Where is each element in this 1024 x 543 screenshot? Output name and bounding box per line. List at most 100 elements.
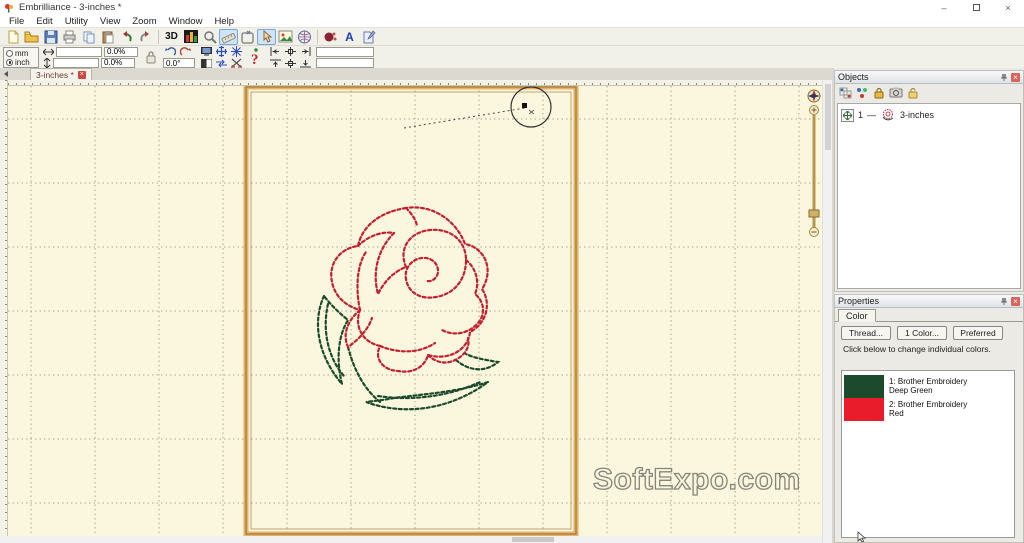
height-percent-input[interactable]: [101, 57, 135, 68]
vertical-scrollbar-thumb[interactable]: [825, 84, 831, 150]
color-swatch-green[interactable]: [844, 375, 884, 398]
trim-button[interactable]: [229, 58, 243, 69]
hoop-icon: [240, 30, 255, 44]
lettering-button[interactable]: A: [340, 29, 359, 45]
align-center-h-button[interactable]: [283, 46, 297, 57]
rotate-left-button[interactable]: [163, 46, 177, 57]
stitch-view-button[interactable]: [181, 29, 200, 45]
design-canvas[interactable]: SoftExpo.com: [8, 86, 822, 536]
library-button[interactable]: [321, 29, 340, 45]
background-image-button[interactable]: [276, 29, 295, 45]
aspect-lock-button[interactable]: [142, 48, 159, 67]
title-bar: Embrilliance - 3-inches * – ×: [0, 0, 1024, 15]
object-thumbnail: [880, 107, 896, 123]
group-icon[interactable]: [839, 87, 852, 99]
one-color-button[interactable]: 1 Color...: [897, 326, 947, 340]
tab-color[interactable]: Color: [838, 309, 876, 322]
object-item-1[interactable]: 1 — 3-inches: [841, 107, 1017, 123]
move-icon[interactable]: [841, 108, 854, 122]
menu-help[interactable]: Help: [208, 16, 240, 27]
pin-icon[interactable]: [1000, 297, 1008, 306]
horizontal-scrollbar-thumb[interactable]: [512, 537, 554, 542]
angle-input[interactable]: [163, 58, 195, 68]
vertical-scrollbar[interactable]: [822, 80, 832, 543]
redo-button[interactable]: [136, 29, 155, 45]
ungroup-icon[interactable]: [856, 87, 869, 99]
open-button[interactable]: [22, 29, 41, 45]
pointer-button[interactable]: [257, 28, 276, 45]
properties-panel-header: Properties ×: [835, 295, 1023, 308]
menu-utility[interactable]: Utility: [59, 16, 94, 27]
unit-inch-option[interactable]: inch: [6, 58, 36, 67]
rotate-right-button[interactable]: [178, 46, 192, 57]
save-button[interactable]: [41, 29, 60, 45]
align-center-h-icon: [284, 46, 296, 56]
menu-zoom[interactable]: Zoom: [126, 16, 162, 27]
monitor-button[interactable]: [199, 46, 213, 57]
print-icon: [62, 30, 77, 44]
align-center-v-button[interactable]: [283, 58, 297, 69]
horizontal-scrollbar[interactable]: [0, 536, 822, 543]
contrast-button[interactable]: [199, 58, 213, 69]
color-row-1[interactable]: 1: Brother Embroidery Deep Green: [844, 375, 1012, 398]
close-button[interactable]: ×: [992, 0, 1024, 15]
color-1-line1: 1: Brother Embroidery: [889, 377, 968, 386]
width-percent-input[interactable]: [104, 46, 138, 57]
align-bottom-button[interactable]: [298, 58, 312, 69]
menu-view[interactable]: View: [94, 16, 126, 27]
zoom-slider[interactable]: [802, 88, 822, 238]
copy-button[interactable]: [79, 29, 98, 45]
position-y-input[interactable]: [316, 57, 374, 68]
open-icon: [24, 30, 39, 44]
menu-window[interactable]: Window: [163, 16, 209, 27]
menu-file[interactable]: File: [3, 16, 30, 27]
minimize-button[interactable]: –: [928, 0, 960, 15]
restore-button[interactable]: [960, 0, 992, 15]
unlock-all-icon[interactable]: [907, 87, 919, 99]
paste-icon: [101, 30, 115, 44]
color-swatch-red[interactable]: [844, 398, 884, 421]
undo-button[interactable]: [117, 29, 136, 45]
menu-edit[interactable]: Edit: [30, 16, 58, 27]
new-icon: [6, 30, 20, 44]
stitch-start-indicator: [403, 86, 552, 129]
color-row-2[interactable]: 2: Brother Embroidery Red: [844, 398, 1012, 421]
tab-3-inches[interactable]: 3-inches * ×: [30, 68, 92, 80]
align-icons: [268, 46, 312, 69]
view-3d-button[interactable]: 3D: [162, 29, 181, 45]
pin-icon[interactable]: [1000, 73, 1008, 82]
zoom-thumb: [808, 209, 820, 218]
properties-panel-close-button[interactable]: ×: [1011, 296, 1020, 306]
position-x-input[interactable]: [316, 46, 374, 57]
thread-button[interactable]: Thread...: [841, 326, 891, 340]
tab-scroll-left-button[interactable]: [0, 68, 12, 80]
print-button[interactable]: [60, 29, 79, 45]
preferred-button[interactable]: Preferred: [953, 326, 1003, 340]
align-left-button[interactable]: [268, 46, 282, 57]
center-hoop-button[interactable]: [214, 45, 228, 57]
measure-button[interactable]: [219, 28, 238, 45]
color-1-line2: Deep Green: [889, 386, 933, 395]
unit-mm-option[interactable]: mm: [6, 49, 36, 58]
paste-button[interactable]: [98, 29, 117, 45]
color-2-line2: Red: [889, 409, 904, 418]
lock-all-icon[interactable]: [873, 87, 885, 99]
zoom-button[interactable]: [200, 29, 219, 45]
mirror-button[interactable]: [214, 58, 228, 69]
height-input[interactable]: [53, 57, 99, 68]
align-right-button[interactable]: [298, 46, 312, 57]
unit-inch-label: inch: [15, 57, 30, 67]
mesh-button[interactable]: [295, 29, 314, 45]
merge-button[interactable]: [359, 29, 378, 45]
align-top-button[interactable]: [268, 58, 282, 69]
sew-simulate-button[interactable]: ?: [247, 47, 264, 68]
camera-icon[interactable]: [889, 87, 903, 98]
tab-close-icon[interactable]: ×: [77, 70, 86, 79]
objects-panel-close-button[interactable]: ×: [1011, 72, 1020, 82]
app-icon: [4, 3, 14, 13]
width-input[interactable]: [56, 46, 102, 57]
new-button[interactable]: [3, 29, 22, 45]
hoop-button[interactable]: [238, 29, 257, 45]
objects-panel: Objects × 1 — 3-inches: [834, 70, 1024, 292]
snap-button[interactable]: [229, 45, 243, 57]
